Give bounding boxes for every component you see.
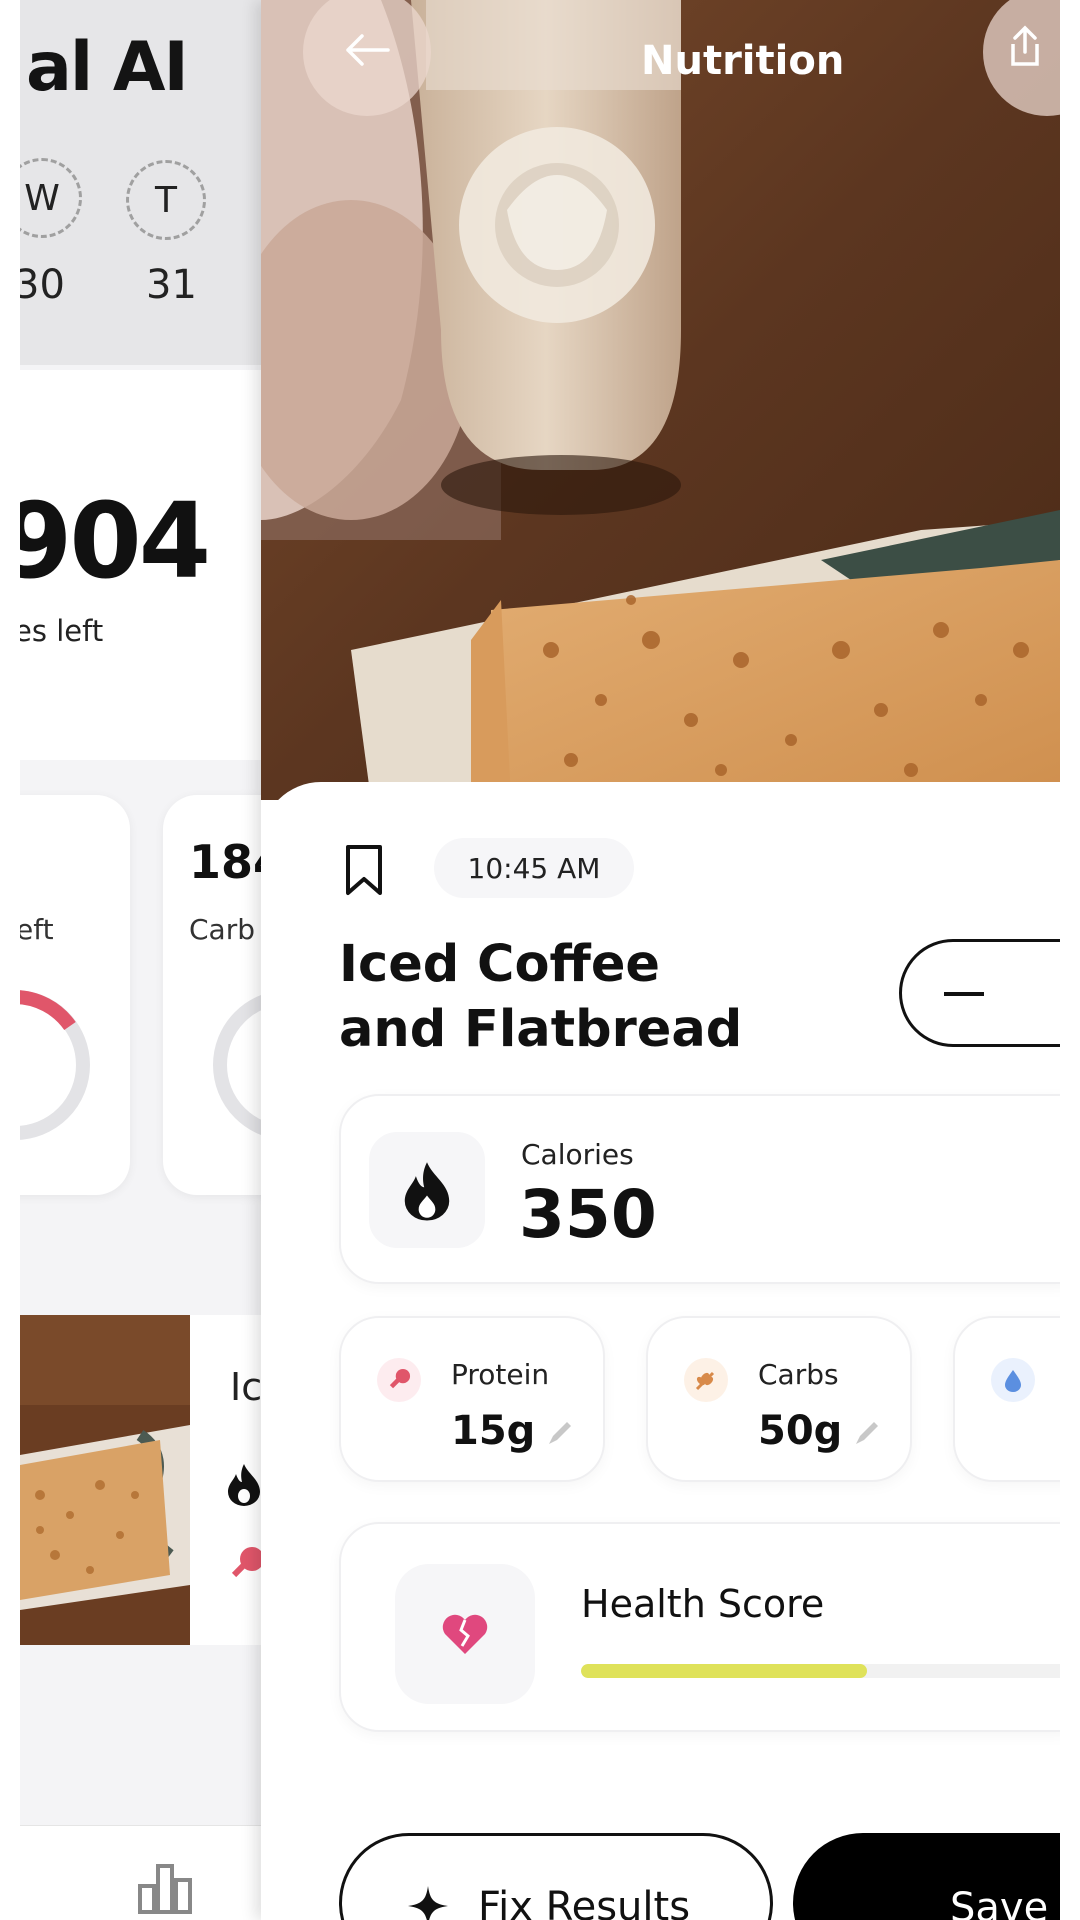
day-number: 30 (14, 262, 65, 308)
fat-drop-icon (991, 1358, 1035, 1402)
pencil-icon[interactable] (545, 1418, 575, 1448)
quantity-stepper[interactable] (899, 939, 1060, 1047)
sparkle-icon (406, 1884, 450, 1920)
macro-value: 15g (451, 1408, 536, 1454)
calories-card[interactable]: Calories 350 (339, 1094, 1060, 1284)
macro-card[interactable]: 184 Carb (163, 795, 263, 1195)
fix-results-label: Fix Results (478, 1884, 691, 1920)
fix-results-button[interactable]: Fix Results (339, 1833, 773, 1920)
minus-icon[interactable] (944, 992, 984, 996)
protein-card[interactable]: Protein 15g (339, 1316, 605, 1482)
calories-label: Calories (521, 1138, 634, 1171)
fats-card[interactable] (953, 1316, 1060, 1482)
page-title: Nutrition (641, 38, 845, 84)
calories-value: 350 (519, 1176, 657, 1253)
macro-label: Protein (451, 1358, 550, 1391)
macro-label: eft (16, 913, 54, 946)
drumstick-icon (377, 1358, 421, 1402)
save-label: Save (950, 1885, 1049, 1920)
health-score-card[interactable]: Health Score (339, 1522, 1060, 1732)
carbs-card[interactable]: Carbs 50g (646, 1316, 912, 1482)
nutrition-detail-screen: Nutrition 10:45 AM Iced Coffee and Flatb… (261, 0, 1060, 1920)
bookmark-icon[interactable] (345, 844, 383, 896)
macro-ring (213, 990, 263, 1140)
home-header: al AI W 30 T 31 (2, 0, 263, 365)
bottom-nav (20, 1825, 263, 1920)
macro-label: Carb (189, 913, 255, 946)
broken-heart-icon (395, 1564, 535, 1704)
screen-edge (1060, 0, 1080, 1920)
meal-photo (261, 0, 1060, 800)
recent-meal-title: Ic (230, 1365, 263, 1409)
drumstick-icon (226, 1545, 263, 1589)
app-title: al AI (26, 28, 189, 107)
time-badge: 10:45 AM (434, 838, 634, 898)
day-letter: T (155, 179, 177, 221)
bar-chart-icon[interactable] (136, 1862, 196, 1918)
health-score-bar (581, 1664, 1060, 1678)
day-number: 31 (146, 262, 197, 308)
macro-value: 50g (758, 1408, 843, 1454)
health-score-label: Health Score (581, 1582, 825, 1626)
flame-icon (226, 1462, 262, 1510)
pencil-icon[interactable] (852, 1418, 882, 1448)
macro-label: Carbs (758, 1358, 839, 1391)
arrow-left-icon (344, 34, 390, 70)
health-score-fill (581, 1664, 867, 1678)
background-home-screen: al AI W 30 T 31 904 ies left eft 184 Car… (0, 0, 263, 1920)
time-text: 10:45 AM (467, 851, 601, 885)
day-letter: W (24, 177, 60, 219)
recent-meal-thumbnail (20, 1315, 190, 1645)
calories-left-value: 904 (0, 480, 211, 602)
meal-title: Iced Coffee and Flatbread (339, 935, 743, 1059)
share-icon (1007, 24, 1043, 72)
day-circle-t[interactable]: T (126, 160, 206, 240)
flame-icon (369, 1132, 485, 1248)
save-button[interactable]: Save (793, 1833, 1060, 1920)
macro-value: 184 (189, 835, 263, 889)
wheat-icon (684, 1358, 728, 1402)
nutrition-sheet: 10:45 AM Iced Coffee and Flatbread Calor… (261, 782, 1060, 1920)
calories-left-label: ies left (6, 614, 104, 648)
